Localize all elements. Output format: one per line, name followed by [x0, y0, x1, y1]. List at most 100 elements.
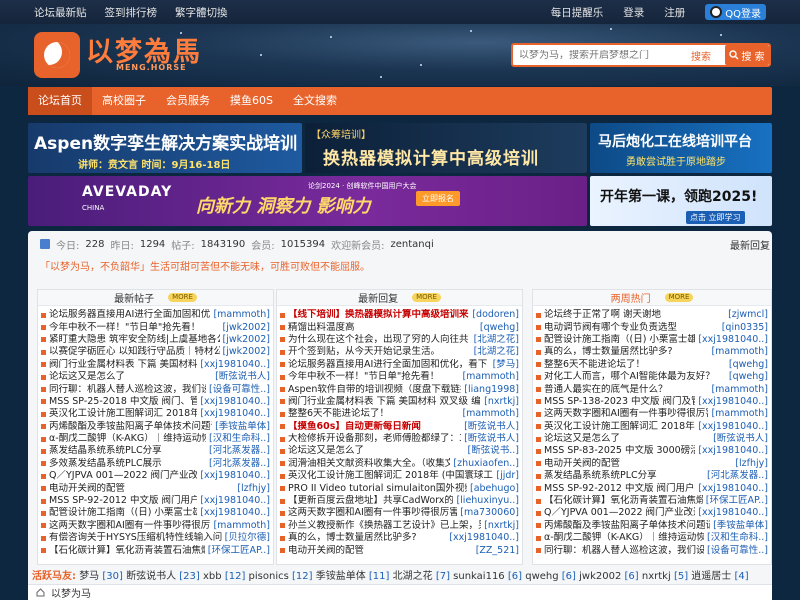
thread-author[interactable]: [qin0335]: [722, 322, 768, 334]
thread-title[interactable]: 整整6天不能进论坛了！: [544, 359, 726, 371]
thread-title[interactable]: 蒸发结晶系统系统PLC分享: [544, 470, 704, 482]
nav-home[interactable]: 论坛首页: [28, 87, 92, 115]
thread-title[interactable]: 同行聊：机器人替人巡检这波，我们设备: [49, 384, 206, 396]
list-item[interactable]: 电动开关阀的配管 [lzfhjy]: [533, 458, 771, 470]
thread-title[interactable]: 润滑油相关文献资料收集大全。（收集文: [288, 458, 450, 470]
list-item[interactable]: 这两天数字圈和AI圈有一件事吵得很厉害 [mammoth]: [38, 520, 273, 532]
thread-title[interactable]: 电动开关阀的配管: [544, 458, 732, 470]
thread-title[interactable]: 英汉化工设计施工图解词汇 2018年 (中国: [544, 421, 695, 433]
list-item[interactable]: 电动调节阀有哪个专业负责选型 [qin0335]: [533, 321, 771, 333]
thread-author[interactable]: [断弦说书人]: [713, 433, 768, 445]
search-input[interactable]: [513, 49, 679, 61]
thread-author[interactable]: [dodoren]: [472, 309, 519, 321]
list-item[interactable]: 大检修拆开设备那刻，老师傅脸都绿了：3 [断弦说书人]: [277, 433, 522, 445]
thread-title[interactable]: 丙烯酸酯及季铵盐阳离子单体技术问题请: [544, 520, 710, 532]
thread-author[interactable]: [nxrtkj]: [484, 396, 519, 408]
list-item[interactable]: Aspen软件自带的培训视频（度盘下载链接 [liang1998]: [277, 383, 522, 395]
thread-title[interactable]: α-酮戊二酸钾（K-AKG）｜维持运动恢复: [49, 433, 206, 445]
active-member-name[interactable]: jwk2002: [579, 571, 621, 582]
thread-title[interactable]: 对化工人而言，哪个AI智能体最为友好？: [544, 371, 726, 383]
list-item[interactable]: 蒸发结晶系统系统PLC分享 [河北蒸发器..]: [533, 470, 771, 482]
thread-title[interactable]: 丙烯酸酯及季铵盐阳离子单体技术问题请: [49, 421, 212, 433]
thread-title[interactable]: 真的么，博士数量居然比驴多?: [288, 532, 446, 544]
list-item[interactable]: 英汉化工设计施工图解词汇 2018年 (中国[xxj1981040..]: [533, 421, 771, 433]
thread-title[interactable]: 精馏出料温度高: [288, 322, 477, 334]
list-item[interactable]: 这两天数字圈和AI圈有一件事吵得很厉害 [ma730060]: [277, 507, 522, 519]
active-member-name[interactable]: pisonics: [249, 571, 289, 582]
banner-cta-button[interactable]: 点击 立即学习: [686, 211, 745, 224]
thread-author[interactable]: [zjwmcl]: [728, 309, 768, 321]
nav-member-service[interactable]: 会员服务: [156, 87, 220, 115]
thread-title[interactable]: 阀门行业金属材料表 下篇 美国材料 双叉 双: [49, 359, 197, 371]
thread-title[interactable]: 大检修拆开设备那刻，老师傅脸都绿了：3: [288, 433, 461, 445]
list-item[interactable]: 电动开关阀的配管 [ZZ_521]: [277, 544, 522, 556]
thread-title[interactable]: 电动调节阀有哪个专业负责选型: [544, 322, 719, 334]
thread-author[interactable]: [环保工匠AP..]: [208, 545, 270, 557]
list-item[interactable]: MSS SP-92-2012 中文版 阀门用户指南[xxj1981040..]: [38, 495, 273, 507]
thread-author[interactable]: [断弦说书人]: [215, 371, 270, 383]
thread-author[interactable]: [ZZ_521]: [476, 545, 519, 557]
banner-online-training-platform[interactable]: 马后炮化工在线培训平台 勇敢尝试胜于原地踏步: [590, 123, 772, 173]
list-item[interactable]: α-酮戊二酸钾（K-AKG）｜维持运动恢复 [汉和生命科..]: [38, 433, 273, 445]
thread-title[interactable]: 【石化碳计算】氧化沥青装置石油焦煅烧: [49, 545, 205, 557]
thread-title[interactable]: 多效蒸发结晶系统PLC展示: [49, 458, 206, 470]
active-member-name[interactable]: 逍遥居士: [691, 571, 731, 582]
thread-author[interactable]: [jwk2002]: [223, 322, 271, 334]
thread-author[interactable]: [xxj1981040..]: [698, 445, 768, 457]
thread-title[interactable]: Aspen软件自带的培训视频（度盘下载链接: [288, 384, 461, 396]
thread-title[interactable]: MSS SP-92-2012 中文版 阀门用户指南: [544, 483, 695, 495]
thread-author[interactable]: [河北蒸发器..]: [707, 470, 768, 482]
thread-author[interactable]: [设备可靠性..]: [707, 545, 768, 557]
thread-author[interactable]: [xxj1981040..]: [698, 421, 768, 433]
list-item[interactable]: 【石化碳计算】氧化沥青装置石油焦煅烧 [环保工匠AP..]: [38, 544, 273, 556]
thread-title[interactable]: Q／YJPVA 001—2022 阀门产业改造提: [544, 507, 695, 519]
banner-new-year-course[interactable]: 开年第一课，领跑2025! 点击 立即学习: [590, 176, 772, 226]
thread-title[interactable]: 这两天数字圈和AI圈有一件事吵得很厉害: [544, 408, 708, 420]
thread-author[interactable]: [xxj1981040..]: [200, 507, 270, 519]
list-item[interactable]: 有偿咨询关于HYSYS压缩机特性线输入问题 [贝拉尔德]: [38, 532, 273, 544]
thread-author[interactable]: [xxj1981040..]: [200, 359, 270, 371]
banner-aveva-day[interactable]: AVEVADAY CHINA 论剑2024 · 创峰软件中国用户大会 向新力 洞…: [28, 176, 587, 226]
list-item[interactable]: 配管设计施工指南（(日) 小栗富士雄 [xxj1981040..]: [38, 507, 273, 519]
active-member-name[interactable]: qwehg: [525, 571, 558, 582]
list-item[interactable]: 阀门行业金属材料表 下篇 美国材料 双叉级 编制 [nxrtkj]: [277, 396, 522, 408]
thread-title[interactable]: 整整6天不能进论坛了！: [288, 408, 459, 420]
thread-title[interactable]: 紧盯重大隐患 筑牢安全防线|上虞基地各公司: [49, 334, 220, 346]
thread-author[interactable]: [xxj1981040..]: [698, 507, 768, 519]
active-member-name[interactable]: 北湖之花: [393, 571, 433, 582]
thread-title[interactable]: 今年中秋不一样！"节日单"抢先看！: [288, 371, 459, 383]
thread-author[interactable]: [lzfhjy]: [237, 483, 270, 495]
thread-author[interactable]: [断弦说书..]: [468, 445, 519, 457]
list-item[interactable]: 论坛服务器直接用AI进行全面加固和优化，[mammoth]: [38, 309, 273, 321]
list-item[interactable]: 整整6天不能进论坛了！ [qwehg]: [533, 359, 771, 371]
list-item[interactable]: 以赛促学砺匠心 以知践行守品质｜特材公司 [jwk2002]: [38, 346, 273, 358]
thread-title[interactable]: 孙兰义教授新作《换热器工艺设计》已上架，另: [288, 520, 481, 532]
list-item[interactable]: 这两天数字圈和AI圈有一件事吵得很厉害 [mammoth]: [533, 408, 771, 420]
thread-author[interactable]: [mammoth]: [213, 309, 270, 321]
thread-author[interactable]: [xxj1981040..]: [698, 334, 768, 346]
list-item[interactable]: MSS SP-83-2025 中文版 3000磅活与 [xxj1981040..]: [533, 445, 771, 457]
home-icon[interactable]: [36, 588, 45, 597]
more-button[interactable]: MORE: [664, 293, 694, 302]
thread-title[interactable]: 英汉化工设计施工图解词汇 2018年 (中国寰球工程: [288, 470, 493, 482]
thread-author[interactable]: [liehuxinyu..]: [456, 495, 519, 507]
thread-title[interactable]: 有偿咨询关于HYSYS压缩机特性线输入问题: [49, 532, 222, 544]
list-item[interactable]: 丙烯酸酯及季铵盐阳离子单体技术问题请 [季铵盐单体]: [38, 421, 273, 433]
thread-author[interactable]: [abehugo]: [470, 483, 519, 495]
thread-author[interactable]: [设备可靠性..]: [209, 384, 270, 396]
thread-title[interactable]: 蒸发结晶系统系统PLC分享: [49, 445, 206, 457]
list-item[interactable]: 精馏出料温度高 [qwehg]: [277, 321, 522, 333]
thread-author[interactable]: [环保工匠AP..]: [706, 495, 768, 507]
list-item[interactable]: 【更新百度云盘地址】共享CadWorx的GB [liehuxinyu..]: [277, 495, 522, 507]
thread-author[interactable]: [zhuxiaofen..]: [453, 458, 519, 470]
login-link[interactable]: 登录: [623, 5, 644, 20]
thread-title[interactable]: Q／YJPVA 001—2022 阀门产业改造提: [49, 470, 197, 482]
list-item[interactable]: 润滑油相关文献资料收集大全。（收集文 [zhuxiaofen..]: [277, 458, 522, 470]
signin-rank-link[interactable]: 签到排行榜: [105, 5, 158, 20]
thread-author[interactable]: [汉和生命科..]: [209, 433, 270, 445]
thread-author[interactable]: [mammoth]: [711, 384, 768, 396]
list-item[interactable]: 【线下培训】换热器模拟计算中高级培训来了 [dodoren]: [277, 309, 522, 321]
list-item[interactable]: α-酮戊二酸钾（K-AKG）｜维持运动恢复 [汉和生命科..]: [533, 532, 771, 544]
list-item[interactable]: 同行聊：机器人替人巡检这波，我们设备 [设备可靠性..]: [38, 383, 273, 395]
thread-author[interactable]: [河北蒸发器..]: [209, 445, 270, 457]
